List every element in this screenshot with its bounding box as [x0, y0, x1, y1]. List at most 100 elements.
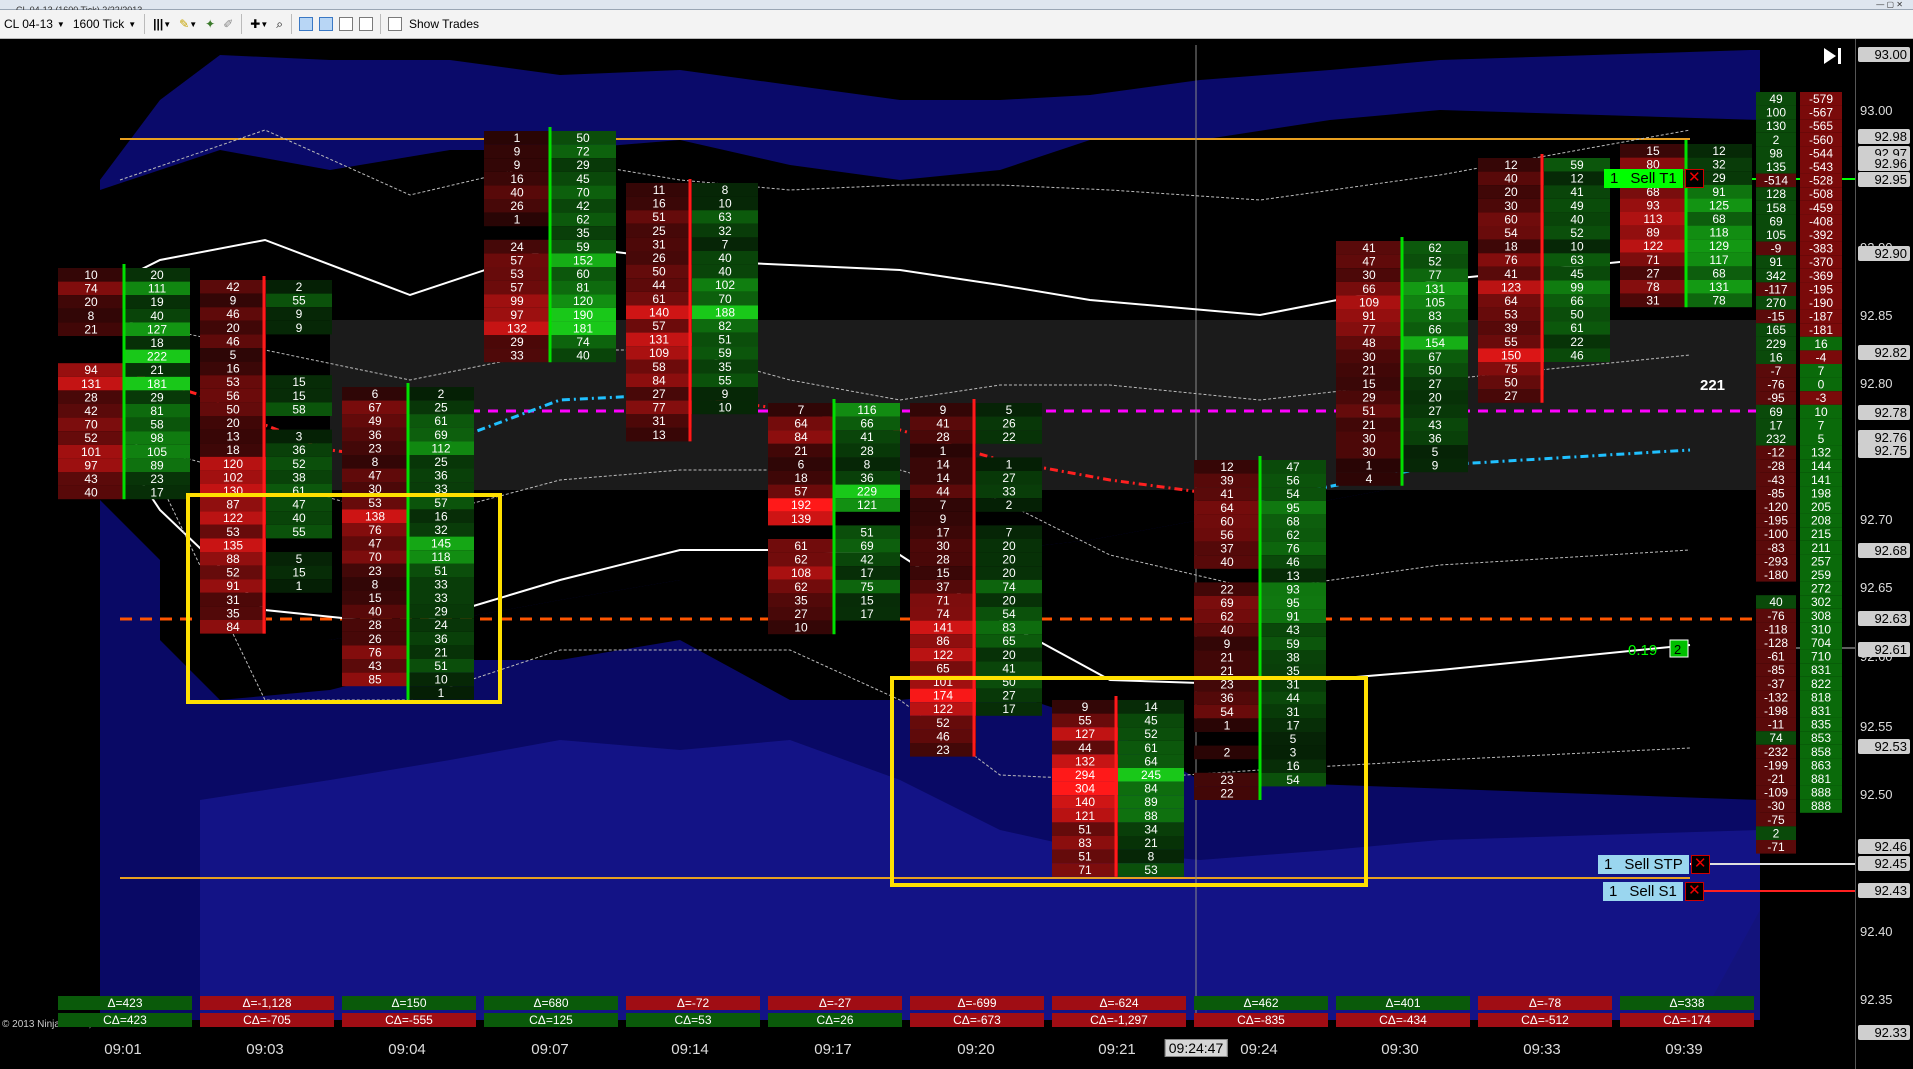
footprint-bar[interactable]: 1991640261245753579997132293350722945704…	[484, 127, 616, 363]
data-box-icon[interactable]	[387, 17, 402, 31]
cumulative-delta: CΔ=-705	[200, 1013, 334, 1027]
time-label: 09:20	[957, 1041, 995, 1058]
ask-volume: 54	[1286, 487, 1300, 501]
footprint-bar[interactable]: 1239416460563740226962409212123365412232…	[1194, 456, 1326, 800]
cumulative-value: -544	[1809, 146, 1833, 160]
delta-value: -199	[1764, 758, 1788, 772]
bid-volume: 27	[794, 607, 808, 621]
bid-volume: 22	[1220, 582, 1234, 596]
ask-volume: 20	[1002, 593, 1016, 607]
ask-volume: 14	[1144, 700, 1158, 714]
bid-volume: 36	[1220, 691, 1234, 705]
ask-volume: 51	[860, 525, 874, 539]
footprint-bar[interactable]: 1116512531265044611405713110958842777311…	[626, 179, 758, 442]
ask-volume: 111	[148, 282, 167, 296]
delta-value: -85	[1767, 486, 1785, 500]
ask-volume: 9	[296, 307, 303, 321]
bid-volume: 58	[652, 360, 666, 374]
bid-volume: 9	[940, 403, 947, 417]
footprint-bar[interactable]: 7648421618571921396162108623527101166641…	[768, 399, 900, 635]
delta-value: 2	[1773, 133, 1780, 147]
magic-wand-button[interactable]: ✦	[201, 14, 219, 34]
bid-volume: 121	[1075, 809, 1095, 823]
chart-trader-icon[interactable]	[358, 17, 373, 31]
cancel-order-icon[interactable]: ✕	[1684, 169, 1704, 188]
ask-volume: 95	[1286, 596, 1300, 610]
bid-volume: 30	[1362, 431, 1376, 445]
cumulative-value: -528	[1809, 174, 1833, 188]
bid-volume: 15	[1646, 144, 1660, 158]
bid-volume: 44	[936, 485, 950, 499]
ask-volume: 98	[150, 431, 164, 445]
bid-volume: 21	[1220, 650, 1234, 664]
eraser-button[interactable]: ✐	[219, 14, 237, 34]
cumulative-value: 141	[1811, 473, 1831, 487]
bid-volume: 56	[226, 389, 240, 403]
delta-value: 40	[1769, 595, 1783, 609]
price-marker-label: 93.00	[1858, 47, 1910, 62]
delta-value: -180	[1764, 568, 1788, 582]
ask-volume: 76	[1286, 542, 1300, 556]
footprint-bar[interactable]: 4147306610991774830211529512130301462527…	[1336, 237, 1468, 486]
indicators-icon[interactable]	[318, 17, 333, 31]
bid-volume: 60	[1220, 514, 1234, 528]
cumulative-value: 215	[1811, 527, 1831, 541]
cumulative-value: -565	[1809, 119, 1833, 133]
delta-value: -514	[1764, 174, 1788, 188]
order-label: Sell S1	[1623, 882, 1683, 901]
ask-volume: 53	[1144, 863, 1158, 877]
ask-volume: 188	[715, 305, 735, 319]
delta-value: -198	[1764, 704, 1788, 718]
ask-volume: 102	[715, 278, 735, 292]
bid-volume: 30	[1362, 445, 1376, 459]
time-axis[interactable]: 09:01 09:03 09:04 09:07 09:14 09:17 09:20 09:21…	[0, 1035, 1855, 1069]
footprint-bar[interactable]: 6674936238473053138764770238154028267643…	[342, 383, 474, 700]
bid-volume: 50	[226, 402, 240, 416]
sell-stop-order[interactable]: 1 Sell STP ✕	[1598, 855, 1710, 874]
ask-volume: 33	[434, 591, 448, 605]
ask-volume: 31	[1286, 705, 1300, 719]
window-controls[interactable]: — ▢ ✕	[1876, 0, 1903, 9]
ask-volume: 190	[573, 308, 593, 322]
drawing-tool-button[interactable]: ✎ ▼	[175, 14, 201, 34]
properties-icon[interactable]	[298, 17, 313, 31]
price-axis[interactable]: 93.00 92.95 92.90 92.85 92.80 92.75 92.70 92.65…	[1855, 39, 1913, 1069]
crosshair-button[interactable]: ✚ ▼	[246, 14, 272, 34]
scroll-to-end-icon[interactable]	[1822, 46, 1844, 66]
cancel-order-icon[interactable]: ✕	[1684, 882, 1704, 901]
sell-s1-order[interactable]: 1 Sell S1 ✕	[1603, 882, 1704, 901]
bid-volume: 18	[794, 471, 808, 485]
footprint-bar[interactable]: 1580516893113891227127783112322991125681…	[1620, 140, 1752, 308]
period-selector[interactable]: 1600 Tick ▼	[69, 14, 140, 34]
ask-volume: 129	[1709, 239, 1729, 253]
cumulative-value: 257	[1811, 554, 1831, 568]
instrument-selector[interactable]: CL 04-13 ▼	[0, 14, 69, 34]
position-pnl: 0.19	[1628, 642, 1657, 659]
bid-volume: 43	[368, 659, 382, 673]
ask-volume: 41	[1002, 661, 1016, 675]
bid-volume: 138	[365, 509, 385, 523]
bid-volume: 18	[1504, 240, 1518, 254]
footprint-bar[interactable]: 9551274413229430414012151835171144552616…	[1052, 696, 1184, 877]
delta-value: -83	[1767, 541, 1785, 555]
ask-volume: 60	[576, 267, 590, 281]
footprint-bar[interactable]: 4294620465165356502013181201021308712253…	[200, 276, 332, 634]
ask-volume: 33	[1002, 485, 1016, 499]
sell-target-order[interactable]: 1 Sell T1 ✕	[1604, 169, 1704, 188]
cancel-order-icon[interactable]: ✕	[1690, 855, 1710, 874]
ask-volume: 55	[718, 373, 732, 387]
footprint-bar[interactable]: 1074208219413128427052101974340201111940…	[58, 264, 190, 500]
bid-volume: 85	[368, 673, 382, 687]
bid-volume: 22	[1220, 786, 1234, 800]
ask-volume: 61	[1144, 741, 1158, 755]
ask-volume: 2	[438, 387, 445, 401]
show-trades-button[interactable]: Show Trades	[405, 14, 483, 34]
zoom-button[interactable]: ⌕	[272, 14, 287, 34]
bar-style-button[interactable]: ||| ▼	[149, 14, 175, 34]
bid-volume: 54	[1504, 226, 1518, 240]
bid-volume: 47	[1362, 255, 1376, 269]
delta-value: -43	[1767, 473, 1785, 487]
strategies-icon[interactable]	[338, 17, 353, 31]
order-flow-chart[interactable]: 1074208219413128427052101974340201111940…	[0, 39, 1913, 1069]
bid-volume: 20	[84, 295, 98, 309]
